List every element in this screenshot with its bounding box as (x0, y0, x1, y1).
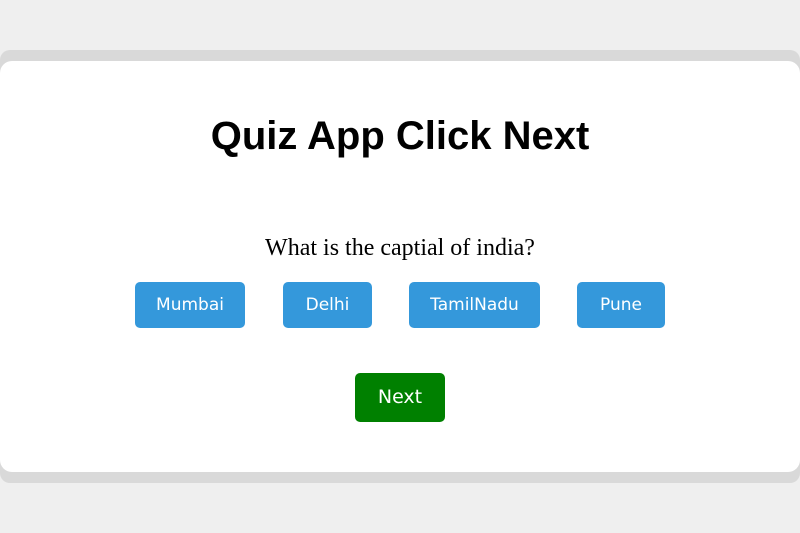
option-button-mumbai[interactable]: Mumbai (135, 282, 245, 328)
next-button[interactable]: Next (355, 373, 445, 422)
option-button-tamilnadu[interactable]: TamilNadu (409, 282, 540, 328)
option-button-pune[interactable]: Pune (577, 282, 665, 328)
option-button-delhi[interactable]: Delhi (283, 282, 372, 328)
question-text: What is the captial of india? (265, 235, 535, 261)
page-title: Quiz App Click Next (210, 114, 590, 158)
